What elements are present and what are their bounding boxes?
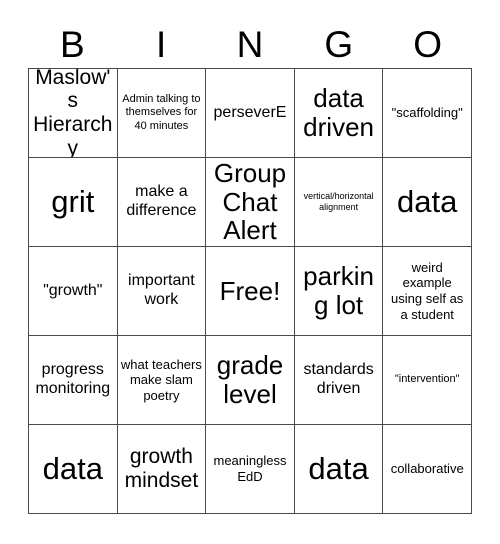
bingo-cell-label: important work (128, 272, 195, 308)
bingo-cell[interactable]: data (294, 425, 384, 514)
bingo-cell[interactable]: important work (117, 247, 207, 336)
bingo-cell[interactable]: Admin talking to themselves for 40 minut… (117, 69, 207, 158)
bingo-cell-label: progress monitoring (35, 361, 111, 397)
bingo-cell[interactable]: "intervention" (383, 336, 472, 425)
bingo-cell-label: data (308, 451, 369, 487)
bingo-cell[interactable]: data (29, 425, 118, 514)
bingo-header: B I N G O (28, 20, 472, 68)
bingo-cell[interactable]: Maslow's Hierarchy (29, 69, 118, 158)
bingo-cell[interactable]: what teachers make slam poetry (117, 336, 207, 425)
bingo-cell-label: collaborative (390, 461, 464, 477)
bingo-cell-label: make a difference (126, 183, 197, 219)
header-letter-g: G (324, 23, 354, 65)
bingo-cell-label: data driven (303, 83, 374, 142)
header-letter-o: O (413, 23, 442, 65)
header-letter-b: B (60, 23, 85, 65)
bingo-cell[interactable]: meaningless EdD (206, 425, 295, 514)
bingo-cell[interactable]: "scaffolding" (383, 69, 472, 158)
bingo-cell-label: what teachers make slam poetry (120, 356, 202, 403)
bingo-cell[interactable]: grade level (206, 336, 295, 425)
bingo-cell-label: Group Chat Alert (213, 158, 287, 246)
bingo-cell[interactable]: data driven (294, 69, 384, 158)
bingo-cell[interactable]: standards driven (294, 336, 384, 425)
bingo-cell-label: meaningless EdD (213, 453, 287, 484)
bingo-cell-label: Admin talking to themselves for 40 minut… (122, 92, 201, 132)
bingo-cell-label: data (397, 184, 458, 220)
bingo-cell[interactable]: Group Chat Alert (206, 158, 295, 247)
bingo-cell-label: perseverE (213, 103, 287, 121)
bingo-cell[interactable]: "growth" (29, 247, 118, 336)
bingo-cell-label: parking lot (303, 261, 374, 320)
bingo-cell-label: weird example using self as a student (391, 259, 464, 322)
bingo-free-space[interactable]: Free! (206, 247, 295, 336)
header-letter-n: N (236, 23, 264, 65)
bingo-cell-label: standards driven (303, 361, 374, 397)
bingo-cell[interactable]: parking lot (294, 247, 384, 336)
bingo-cell-label: "scaffolding" (391, 105, 463, 121)
bingo-cell[interactable]: collaborative (383, 425, 472, 514)
bingo-grid: Maslow's Hierarchy Admin talking to thems… (28, 68, 472, 514)
bingo-cell-label: Free! (219, 275, 281, 306)
bingo-cell[interactable]: grit (29, 158, 118, 247)
bingo-cell-label: "intervention" (394, 373, 460, 386)
bingo-cell-label: grit (51, 184, 95, 220)
bingo-cell-label: growth mindset (124, 445, 199, 492)
bingo-cell[interactable]: progress monitoring (29, 336, 118, 425)
bingo-cell[interactable]: data (383, 158, 472, 247)
bingo-cell[interactable]: weird example using self as a student (383, 247, 472, 336)
bingo-cell-label: "growth" (43, 281, 103, 299)
bingo-cell-label: grade level (216, 350, 284, 409)
bingo-cell-label: vertical/horizontal alignment (303, 190, 374, 212)
bingo-cell-label: data (42, 451, 103, 487)
header-letter-i: I (156, 23, 167, 65)
bingo-cell[interactable]: vertical/horizontal alignment (294, 158, 384, 247)
bingo-cell[interactable]: growth mindset (117, 425, 207, 514)
bingo-card: B I N G O Maslow's Hierarchy Admin talkin… (0, 0, 500, 544)
bingo-cell[interactable]: perseverE (206, 69, 295, 158)
bingo-cell[interactable]: make a difference (117, 158, 207, 247)
bingo-cell-label: Maslow's Hierarchy (33, 69, 113, 158)
